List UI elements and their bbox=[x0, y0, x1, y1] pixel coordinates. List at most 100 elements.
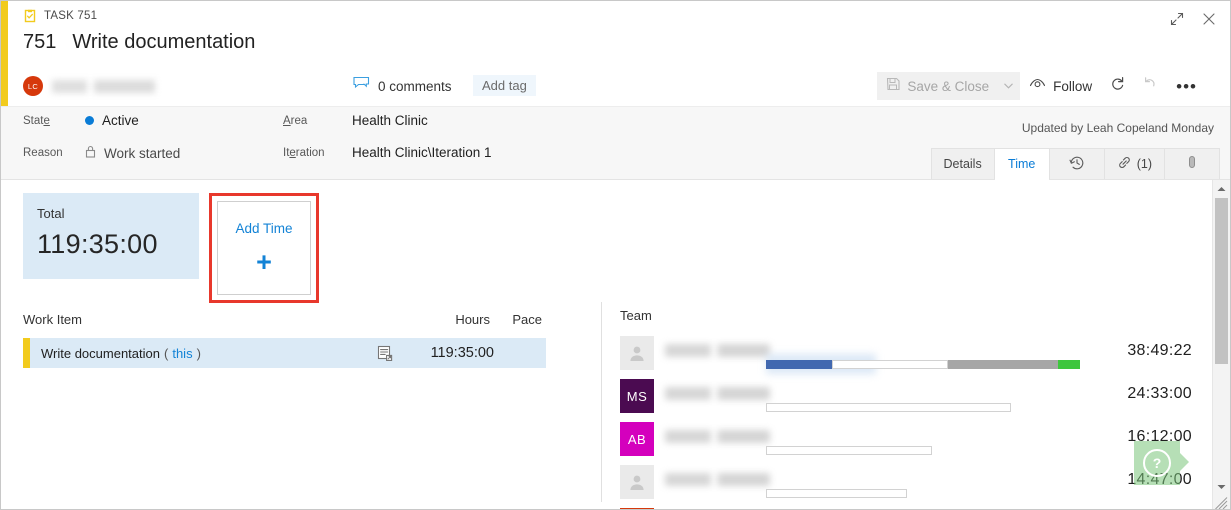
state-field: State Active bbox=[23, 113, 139, 128]
row-work-item-name: Write documentation ( this ) bbox=[30, 346, 372, 361]
work-item-type-stripe bbox=[1, 1, 8, 106]
tab-links[interactable]: (1) bbox=[1103, 148, 1165, 179]
avatar[interactable]: LC bbox=[23, 76, 43, 96]
close-icon[interactable] bbox=[1196, 7, 1222, 31]
undo-icon bbox=[1143, 76, 1158, 96]
assignee-name bbox=[52, 79, 169, 93]
summary-cards: Total 119:35:00 Add Time + bbox=[23, 193, 319, 303]
lock-icon bbox=[85, 145, 96, 161]
question-mark-icon: ? bbox=[1143, 449, 1171, 477]
team-member-bar bbox=[766, 489, 1080, 498]
area-value[interactable]: Health Clinic bbox=[352, 113, 428, 128]
work-item-table-header: Work Item Hours Pace bbox=[23, 308, 546, 330]
bar-segment-empty bbox=[831, 360, 949, 369]
area-label: Area bbox=[283, 114, 308, 127]
save-disk-icon bbox=[886, 77, 900, 96]
history-icon bbox=[1069, 155, 1085, 174]
comment-icon bbox=[353, 76, 370, 96]
ellipsis-icon: ••• bbox=[1176, 76, 1197, 96]
avatar: MS bbox=[620, 379, 654, 413]
iteration-value[interactable]: Health Clinic\Iteration 1 bbox=[352, 145, 492, 160]
tab-time[interactable]: Time bbox=[993, 148, 1050, 180]
chevron-down-icon[interactable] bbox=[996, 72, 1021, 100]
team-member-name bbox=[665, 473, 770, 486]
plus-icon: + bbox=[256, 246, 272, 277]
team-member-row[interactable]: AB 16:12:00 bbox=[620, 422, 1192, 459]
refresh-button[interactable] bbox=[1101, 72, 1134, 100]
updated-by-text: Updated by Leah Copeland Monday bbox=[1021, 121, 1214, 135]
row-this-link[interactable]: this bbox=[172, 346, 192, 361]
caret-down-icon[interactable] bbox=[1213, 478, 1230, 495]
state-text: Active bbox=[102, 113, 139, 128]
add-tag-button[interactable]: Add tag bbox=[473, 75, 536, 96]
follow-button[interactable]: Follow bbox=[1020, 72, 1101, 100]
avatar bbox=[620, 465, 654, 499]
column-header-hours: Hours bbox=[455, 311, 490, 327]
more-actions-button[interactable]: ••• bbox=[1167, 72, 1206, 100]
reason-value: Work started bbox=[85, 145, 180, 161]
caret-up-icon[interactable] bbox=[1213, 180, 1230, 197]
state-label: State bbox=[23, 114, 50, 127]
avatar: AB bbox=[620, 422, 654, 456]
team-member-bar bbox=[766, 403, 1080, 412]
add-time-highlight: Add Time + bbox=[209, 193, 319, 303]
team-member-row[interactable]: 38:49:22 bbox=[620, 336, 1192, 374]
state-value[interactable]: Active bbox=[85, 113, 139, 128]
header-toolbar: Save & Close Follow ••• bbox=[877, 69, 1206, 103]
bar-segment-green bbox=[1058, 360, 1080, 369]
time-tab-content: Total 119:35:00 Add Time + Work Item Hou… bbox=[1, 180, 1230, 509]
expand-icon[interactable] bbox=[1164, 7, 1190, 31]
column-header-work-item: Work Item bbox=[23, 311, 82, 327]
team-member-row[interactable]: MS 24:33:00 bbox=[620, 379, 1192, 416]
total-card: Total 119:35:00 bbox=[23, 193, 199, 279]
add-time-label: Add Time bbox=[235, 220, 293, 236]
tab-time-label: Time bbox=[1008, 157, 1036, 171]
comments-label: 0 comments bbox=[378, 78, 452, 94]
work-item-dialog: TASK 751 751 Write documentation LC 0 co… bbox=[0, 0, 1231, 510]
undo-button[interactable] bbox=[1134, 72, 1167, 100]
save-and-close-label: Save & Close bbox=[907, 78, 990, 94]
scrollbar-thumb[interactable] bbox=[1215, 198, 1228, 364]
row-name-text: Write documentation bbox=[41, 345, 160, 361]
team-member-row[interactable]: 14:47:00 bbox=[620, 465, 1192, 502]
tab-strip: Details Time (1) bbox=[930, 148, 1220, 180]
state-dot-icon bbox=[85, 116, 94, 125]
bar-segment-empty bbox=[766, 403, 1011, 412]
tab-links-count: (1) bbox=[1136, 157, 1152, 171]
window-controls bbox=[1164, 7, 1222, 31]
report-icon[interactable] bbox=[372, 345, 398, 361]
bar-segment-gray bbox=[948, 360, 1058, 369]
table-row[interactable]: Write documentation ( this ) 119:35:00 bbox=[23, 338, 546, 368]
reason-label: Reason bbox=[23, 147, 63, 159]
total-value: 119:35:00 bbox=[37, 229, 158, 259]
tab-details-label: Details bbox=[943, 157, 982, 171]
bar-segment-blue bbox=[766, 360, 832, 369]
reason-text: Work started bbox=[104, 145, 181, 161]
row-this-open-paren: ( bbox=[164, 345, 169, 361]
resize-grip-icon[interactable] bbox=[1215, 497, 1228, 509]
avatar bbox=[620, 336, 654, 370]
tab-history[interactable] bbox=[1048, 148, 1105, 179]
team-member-name bbox=[665, 344, 770, 357]
work-item-title[interactable]: Write documentation bbox=[72, 31, 255, 54]
work-item-type-line: TASK 751 bbox=[23, 9, 97, 23]
link-icon bbox=[1117, 155, 1132, 173]
follow-label: Follow bbox=[1053, 78, 1093, 94]
vertical-scrollbar[interactable] bbox=[1212, 180, 1230, 509]
work-item-id: 751 bbox=[23, 31, 57, 53]
bar-segment-empty bbox=[766, 446, 933, 455]
team-panel: Team 38:49:22 MS 24:33:00 AB 16:12:00 bbox=[620, 308, 1192, 509]
area-field: Area Health Clinic bbox=[283, 113, 428, 128]
reason-field: Reason Work started bbox=[23, 145, 180, 161]
comments-button[interactable]: 0 comments bbox=[353, 69, 452, 103]
save-and-close-button[interactable]: Save & Close bbox=[877, 72, 997, 100]
total-label: Total bbox=[37, 206, 65, 221]
tab-details[interactable]: Details bbox=[930, 148, 995, 179]
help-bubble[interactable]: ? bbox=[1134, 441, 1189, 485]
attachment-icon bbox=[1186, 155, 1198, 173]
add-time-card[interactable]: Add Time + bbox=[217, 201, 311, 295]
refresh-icon bbox=[1110, 76, 1125, 96]
team-member-bar bbox=[766, 360, 1080, 369]
tab-attachments[interactable] bbox=[1164, 148, 1220, 179]
team-member-name bbox=[665, 387, 770, 400]
